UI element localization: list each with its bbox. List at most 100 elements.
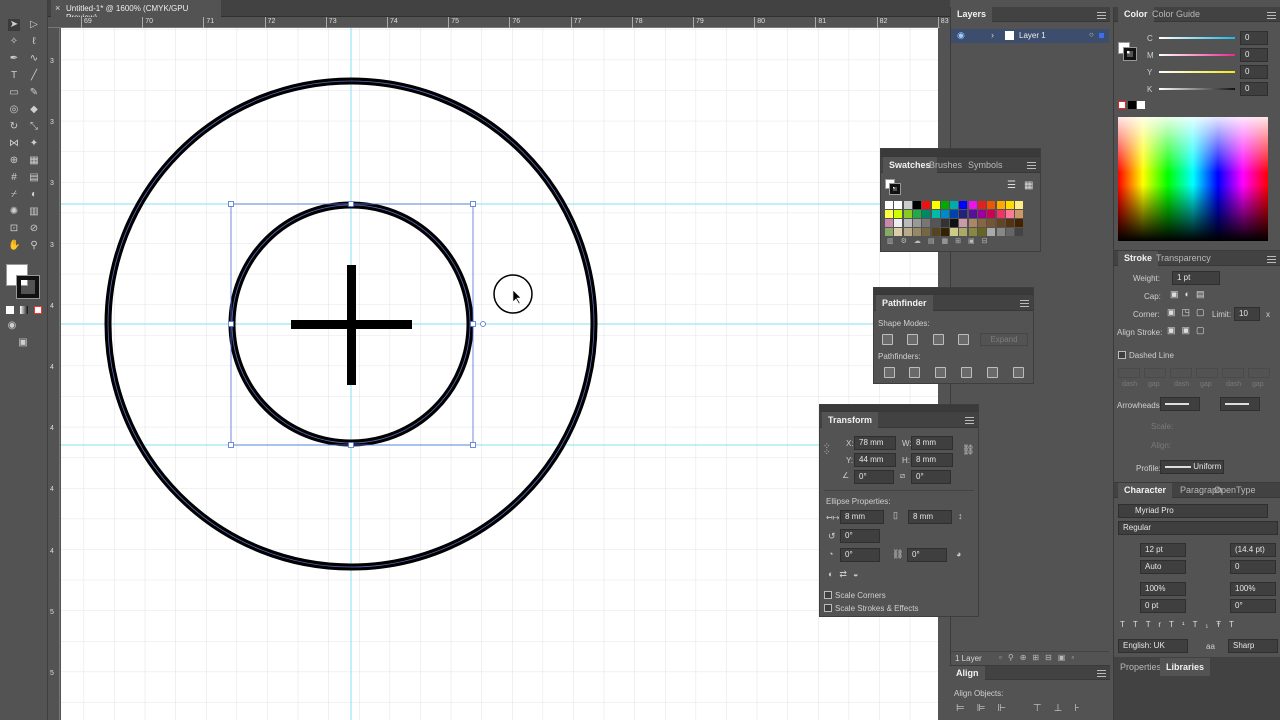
screen-mode-icon[interactable]: ▣ [17,337,29,349]
scale-corners-checkbox[interactable] [824,591,832,599]
dashed-line-checkbox[interactable] [1118,351,1126,359]
curvature-icon[interactable]: ∿ [28,53,40,65]
vertical-scale-field[interactable]: 100% [1140,582,1186,596]
properties-tab[interactable]: Properties [1120,658,1161,676]
close-tab-icon[interactable]: × [55,3,60,13]
swatch-cell[interactable] [968,201,977,209]
align-buttons[interactable]: ⊨⊫⊩ ⊤⊥⊦ [956,703,1092,714]
arrowhead-start[interactable] [1160,397,1200,411]
shear-field[interactable]: 0° [911,470,951,484]
swatch-cell[interactable] [940,228,949,236]
channel-slider[interactable] [1159,88,1235,90]
swatch-cell[interactable] [987,210,996,218]
swatch-cell[interactable] [1015,210,1024,218]
swatch-cell[interactable] [959,201,968,209]
swatch-cell[interactable] [885,228,893,236]
ellipse-rotate-field[interactable]: 0° [840,529,880,543]
weight-field[interactable]: 1 pt [1172,271,1220,285]
channel-slider[interactable] [1159,54,1235,56]
align-stroke-buttons[interactable]: ▣▣▢ [1167,325,1211,336]
swatch-cell[interactable] [894,210,903,218]
paintbrush-icon[interactable]: ✎ [28,87,40,99]
limit-field[interactable]: 10 [1234,307,1260,321]
perspective-grid-icon[interactable]: ▦ [28,155,40,167]
gradient-mode-icon[interactable] [20,306,28,314]
target-icon[interactable]: ○ [1089,30,1094,39]
swatch-cell[interactable] [903,210,912,218]
swatch-cell[interactable] [912,201,921,209]
swatch-cell[interactable] [903,228,912,236]
zoom-tool-icon[interactable]: ⚲ [28,240,40,252]
swatch-cell[interactable] [1005,201,1014,209]
shape-builder-icon[interactable]: ⊕ [8,155,20,167]
text-style-buttons[interactable]: TTTrT¹T₁ŦT [1120,620,1242,629]
swatch-cell[interactable] [940,219,949,227]
layer-name[interactable]: Layer 1 [1019,31,1046,40]
swatch-cell[interactable] [1015,228,1024,236]
swatch-cell[interactable] [885,201,893,209]
dash-gap-field[interactable] [1222,368,1244,378]
color-guide-tab[interactable]: Color Guide [1152,7,1200,22]
swatch-cell[interactable] [959,210,968,218]
h-field[interactable]: 8 mm [911,453,953,467]
ellipse-width-field[interactable]: 8 mm [840,510,884,524]
swatch-cell[interactable] [922,210,931,218]
font-style-select[interactable]: Regular [1118,521,1278,535]
expand-chevron-icon[interactable]: › [991,30,994,40]
scale-strokes-checkbox[interactable] [824,604,832,612]
swatch-cell[interactable] [885,210,893,218]
swatch-cell[interactable] [912,228,921,236]
swatch-cell[interactable] [922,201,931,209]
swatch-cell[interactable] [987,228,996,236]
intersect-icon[interactable] [933,334,944,345]
transform-menu-icon[interactable] [965,417,974,424]
profile-select[interactable]: Uniform [1160,460,1224,474]
layers-tab[interactable]: Layers [951,7,993,22]
swatch-cell[interactable] [978,201,986,209]
y-field[interactable]: 44 mm [854,453,896,467]
channel-value[interactable]: 0 [1240,65,1268,79]
expand-button[interactable]: Expand [980,333,1028,346]
swatch-cell[interactable] [996,228,1005,236]
direct-selection-tool-icon[interactable]: ▷ [28,19,40,31]
swatch-cell[interactable] [922,228,931,236]
hand-tool-icon[interactable]: ✋ [8,240,20,252]
swatch-cell[interactable] [894,219,903,227]
dash-gap-field[interactable] [1248,368,1270,378]
constrain-link-icon[interactable]: ⛓ [962,445,975,456]
minus-back-icon[interactable] [1013,367,1024,378]
char-rotate-field[interactable]: 0° [1230,599,1276,613]
artboard-tool-icon[interactable]: ⊡ [8,223,20,235]
color-stroke-swatch[interactable] [1123,47,1137,61]
channel-value[interactable]: 0 [1240,48,1268,62]
anti-alias-select[interactable]: Sharp [1228,639,1278,653]
font-family-select[interactable]: Myriad Pro [1118,504,1268,518]
swatch-cell[interactable] [996,219,1005,227]
swatch-cell[interactable] [959,219,968,227]
layer-row[interactable]: ◉ › Layer 1 ○ [951,29,1109,43]
cap-buttons[interactable]: ▣◐▤ [1170,289,1210,300]
mesh-tool-icon[interactable]: # [8,172,20,184]
swatch-cell[interactable] [940,201,949,209]
swatch-cell[interactable] [912,219,921,227]
rotate-field[interactable]: 0° [854,470,894,484]
visibility-eye-icon[interactable]: ◉ [957,30,965,41]
width-tool-icon[interactable]: ⋈ [8,138,20,150]
gradient-tool-icon[interactable]: ▤ [28,172,40,184]
rectangle-tool-icon[interactable]: ▭ [8,87,20,99]
layers-footer-icons[interactable]: ▫⚲⊕⊞⊟▣▫ [999,653,1080,662]
leading-field[interactable]: (14.4 pt) [1230,543,1276,557]
align-tab[interactable]: Align [950,666,985,680]
none-mode-icon[interactable] [34,306,42,314]
swatch-cell[interactable] [1005,228,1014,236]
opentype-tab[interactable]: OpenType [1214,483,1256,498]
swatch-cell[interactable] [950,219,959,227]
color-tab[interactable]: Color [1118,7,1154,22]
pen-tool-icon[interactable]: ✒ [8,53,20,65]
baseline-field[interactable]: 0 pt [1140,599,1186,613]
swatches-menu-icon[interactable] [1027,162,1036,169]
trim-icon[interactable] [909,367,920,378]
dash-gap-field[interactable] [1144,368,1166,378]
stroke-menu-icon[interactable] [1267,256,1276,263]
swatch-footer-icons[interactable]: ▥⚙☁▤▦⊞▣⊟ [887,237,994,245]
